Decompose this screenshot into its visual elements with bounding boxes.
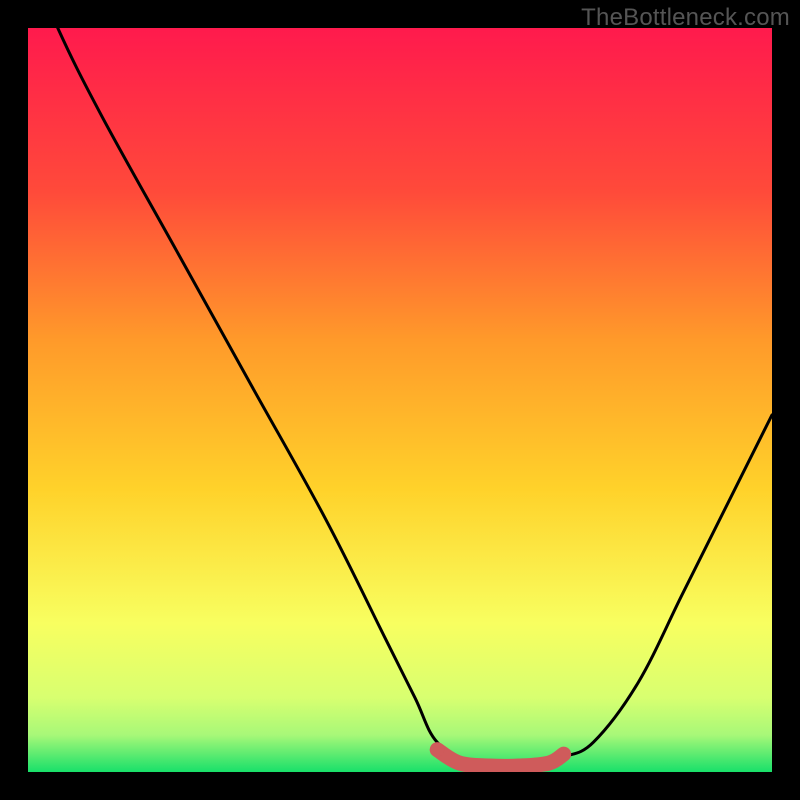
gradient-background [28, 28, 772, 772]
chart-svg [28, 28, 772, 772]
plot-area [28, 28, 772, 772]
chart-frame: TheBottleneck.com [0, 0, 800, 800]
highlight-start-dot [430, 743, 444, 757]
